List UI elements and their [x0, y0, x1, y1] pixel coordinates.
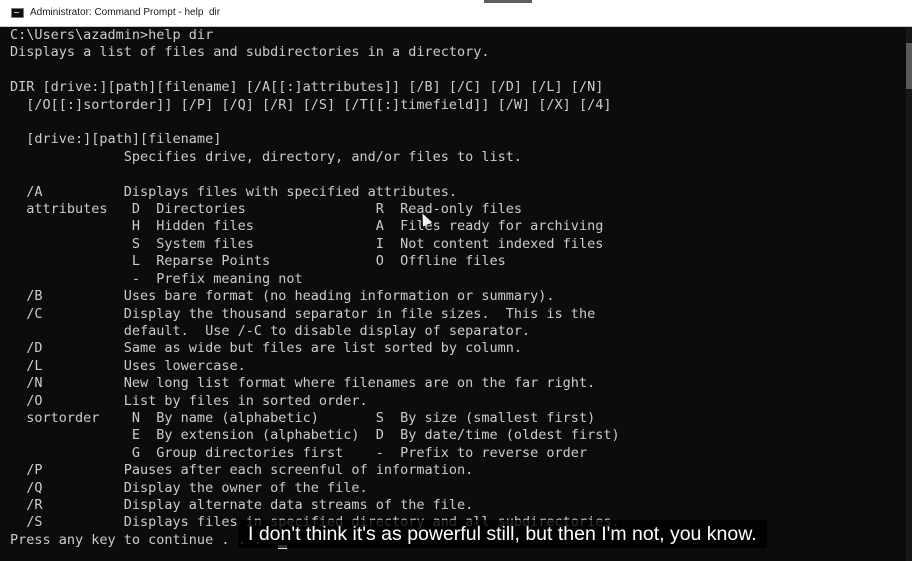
- video-caption: I don't think it's as powerful still, bu…: [238, 520, 767, 548]
- console-line: /O List by files in sorted order.: [10, 392, 368, 409]
- console-line: G Group directories first - Prefix to re…: [10, 444, 588, 461]
- console-line: H Hidden files A Files ready for archivi…: [10, 218, 604, 235]
- console-line: S System files I Not content indexed fil…: [10, 235, 604, 252]
- console-line: /C Display the thousand separator in fil…: [10, 305, 596, 322]
- console-line: C:\Users\azadmin>help dir: [10, 27, 214, 43]
- console-line: - Prefix meaning not: [10, 270, 303, 287]
- console-line: Displays a list of files and subdirector…: [10, 44, 490, 61]
- console-line: /N New long list format where filenames …: [10, 375, 596, 392]
- console-line: /R Display alternate data streams of the…: [10, 496, 474, 513]
- titlebar-drag-indicator: [484, 0, 532, 3]
- console-line: /D Same as wide but files are list sorte…: [10, 340, 523, 357]
- console-line: /B Uses bare format (no heading informat…: [10, 288, 555, 305]
- console-output-area[interactable]: C:\Users\azadmin>help dir Displays a lis…: [0, 27, 906, 561]
- console-line: L Reparse Points O Offline files: [10, 253, 506, 270]
- console-line: /Q Display the owner of the file.: [10, 479, 368, 496]
- command-prompt-icon: [11, 8, 24, 18]
- console-line: E By extension (alphabetic) D By date/ti…: [10, 427, 620, 444]
- console-line: /A Displays files with specified attribu…: [10, 183, 458, 200]
- console-text: C:\Users\azadmin>help dir Displays a lis…: [10, 27, 620, 549]
- console-line: Specifies drive, directory, and/or files…: [10, 148, 523, 165]
- console-line: default. Use /-C to disable display of s…: [10, 322, 531, 339]
- console-line: Press any key to continue . . .: [10, 531, 262, 548]
- caption-text: I don't think it's as powerful still, bu…: [248, 522, 757, 545]
- scrollbar-thumb[interactable]: [906, 43, 912, 89]
- console-line: /L Uses lowercase.: [10, 357, 246, 374]
- console-line: [drive:][path][filename]: [10, 131, 222, 148]
- console-line: sortorder N By name (alphabetic) S By si…: [10, 409, 596, 426]
- console-line: [/O[[:]sortorder]] [/P] [/Q] [/R] [/S] […: [10, 96, 612, 113]
- vertical-scrollbar[interactable]: [906, 27, 912, 561]
- window-title: Administrator: Command Prompt - help dir: [30, 7, 221, 18]
- console-line: DIR [drive:][path][filename] [/A[[:]attr…: [10, 79, 604, 96]
- console-line: attributes D Directories R Read-only fil…: [10, 201, 523, 218]
- console-line: /P Pauses after each screenful of inform…: [10, 462, 474, 479]
- window-titlebar[interactable]: Administrator: Command Prompt - help dir: [0, 0, 912, 27]
